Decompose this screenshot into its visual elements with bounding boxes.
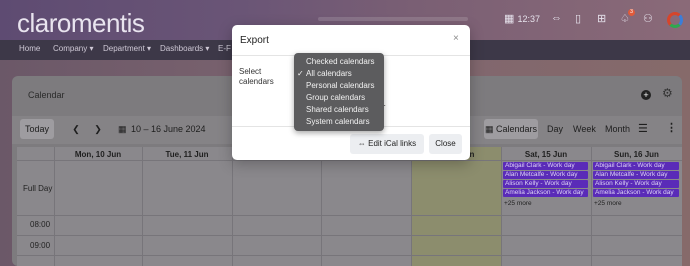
people-icon[interactable]: ⚇ [643,12,653,32]
option-checked-calendars[interactable]: Checked calendars [306,57,374,66]
notification-badge: 3 [628,9,635,16]
column-header-mon[interactable]: Mon, 10 Jun [54,150,142,159]
grid-row-line [17,255,682,256]
clock-widget[interactable]: ▦ 12:37 [504,12,540,32]
check-icon: ✓ [297,69,304,78]
column-header-tue[interactable]: Tue, 11 Jun [142,150,232,159]
select-calendars-label: Select calendars [239,67,274,86]
view-week[interactable]: Week [573,124,596,134]
nav-department[interactable]: Department ▾ [103,44,151,53]
edit-ical-label: Edit iCal links [368,139,417,148]
close-icon[interactable]: × [453,33,459,44]
grid-row-line [17,235,682,236]
bookmark-icon[interactable]: ▯ [575,12,581,32]
link-icon: ⇔ [357,139,366,148]
date-picker-icon[interactable]: ▦ [118,124,127,135]
event-item[interactable]: Abigail Clark - Work day [593,162,679,170]
search-bar-hint [318,17,468,21]
option-all-calendars[interactable]: All calendars [306,69,352,78]
event-item[interactable]: Alison Kelly - Work day [503,180,588,188]
link-icon[interactable]: ⇔ [551,12,562,32]
event-item[interactable]: Amelia Jackson - Work day [593,189,679,197]
grid-divider [411,147,412,266]
grid-row-line [17,160,682,161]
grid-divider [501,147,502,266]
modal-title: Export [240,35,269,46]
nav-e-forms[interactable]: E-F [218,44,231,53]
event-item[interactable]: Alison Kelly - Work day [593,180,679,188]
view-month[interactable]: Month [605,124,630,134]
gear-icon[interactable]: ⚙ [662,86,673,100]
date-range[interactable]: 10 – 16 June 2024 [131,124,206,134]
time-label-0800: 08:00 [30,220,51,229]
edit-ical-links-button[interactable]: ⇔ Edit iCal links [350,134,424,154]
nav-company[interactable]: Company ▾ [53,44,93,53]
prev-week-button[interactable]: ❮ [66,119,86,139]
next-week-button[interactable]: ❯ [88,119,108,139]
clock-time: 12:37 [517,14,540,24]
page-title: Calendar [28,90,65,100]
column-header-sat[interactable]: Sat, 15 Jun [501,150,591,159]
nav-home[interactable]: Home [19,44,40,53]
option-system-calendars[interactable]: System calendars [306,117,370,126]
more-events-link[interactable]: +25 more [504,200,532,207]
event-item[interactable]: Alan Metcalfe - Work day [593,171,679,179]
grid-divider [142,147,143,266]
full-day-label: Full Day [23,184,53,193]
add-event-button[interactable]: + [641,90,651,100]
event-item[interactable]: Abigail Clark - Work day [503,162,588,170]
user-avatar-icon[interactable] [667,12,683,28]
view-day[interactable]: Day [547,124,563,134]
grid-divider [591,147,592,266]
grid-row-line [17,215,682,216]
column-header-sun[interactable]: Sun, 16 Jun [591,150,682,159]
today-column [411,147,501,266]
calendars-button[interactable]: ▦ Calendars [484,119,538,139]
option-shared-calendars[interactable]: Shared calendars [306,105,369,114]
time-label-0900: 09:00 [30,241,51,250]
calendar-small-icon: ▦ [504,13,515,25]
more-events-link[interactable]: +25 more [594,200,622,207]
grid-divider [321,147,322,266]
apps-grid-icon[interactable]: ⊞ [597,12,606,32]
more-options-icon[interactable]: ⋮ [666,121,677,134]
nav-dashboards[interactable]: Dashboards ▾ [160,44,209,53]
event-item[interactable]: Amelia Jackson - Work day [503,189,588,197]
app-logo[interactable]: claromentis [17,8,145,39]
today-button[interactable]: Today [20,119,54,139]
grid-divider [232,147,233,266]
calendar-list-icon: ▦ [484,124,494,134]
option-group-calendars[interactable]: Group calendars [306,93,365,102]
close-button[interactable]: Close [429,134,462,154]
list-view-icon[interactable]: ☰ [638,122,648,135]
option-personal-calendars[interactable]: Personal calendars [306,81,374,90]
calendars-dropdown-menu: Checked calendars ✓ All calendars Person… [294,53,384,131]
event-item[interactable]: Alan Metcalfe - Work day [503,171,588,179]
grid-divider [54,147,55,266]
calendars-label: Calendars [496,124,538,134]
